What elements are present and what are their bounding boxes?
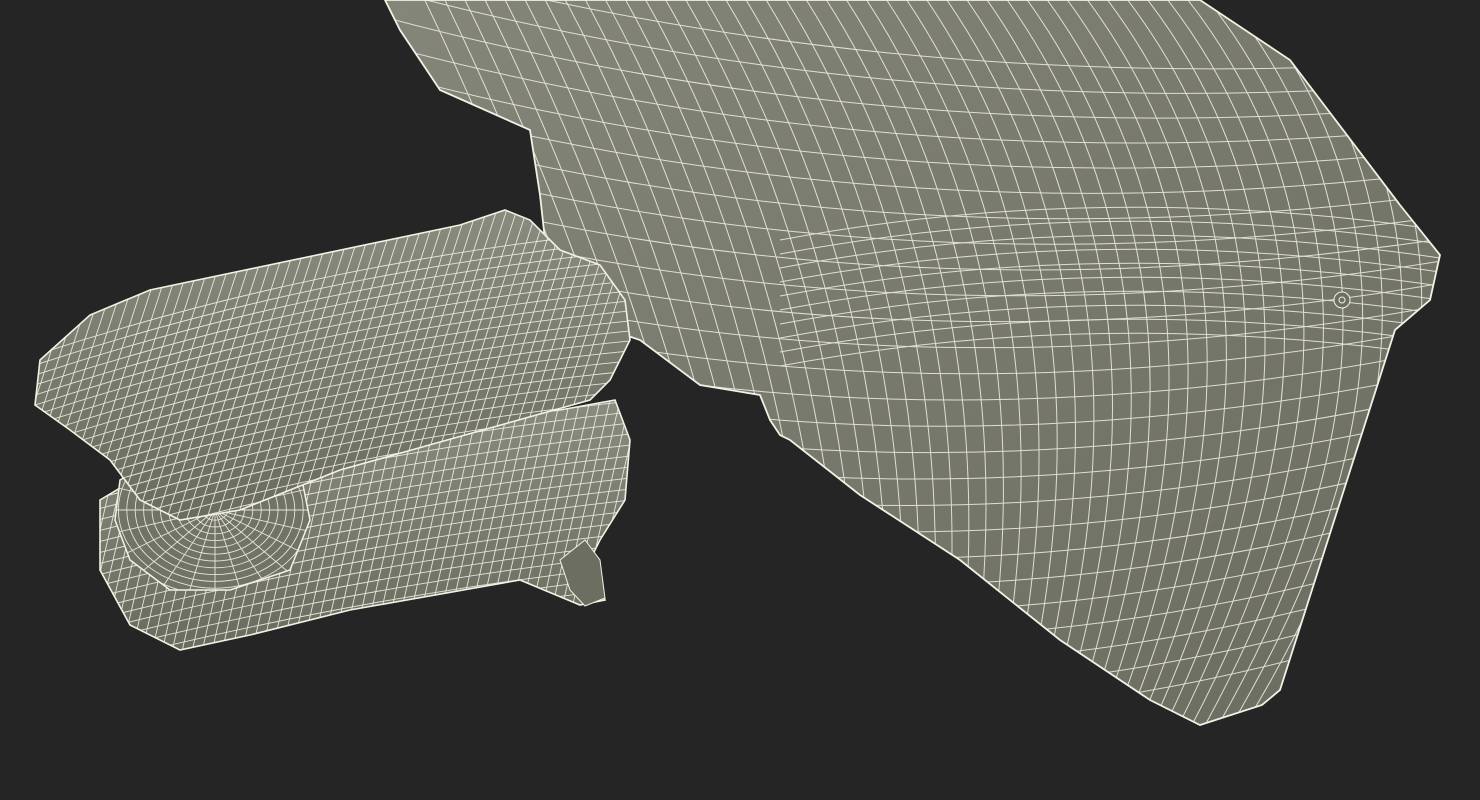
wireframe-viewport (0, 0, 1480, 800)
wireframe-scene (34, 0, 1441, 726)
